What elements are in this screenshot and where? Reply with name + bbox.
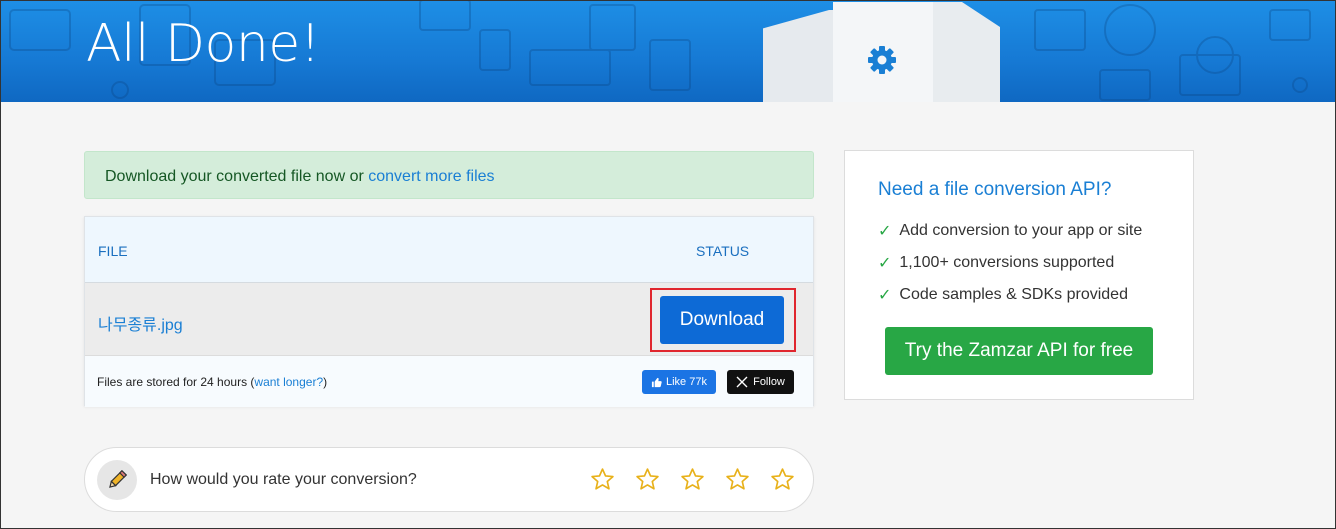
- storage-note-text: Files are stored for 24 hours (: [97, 375, 255, 389]
- facebook-like-button[interactable]: Like 77k: [642, 370, 716, 394]
- like-count-label: Like 77k: [666, 376, 707, 388]
- header-banner: All Done!: [0, 0, 1336, 102]
- follow-label: Follow: [753, 376, 785, 388]
- star-icon[interactable]: [635, 467, 660, 492]
- feature-label: Add conversion to your app or site: [899, 222, 1143, 239]
- storage-note: Files are stored for 24 hours (want long…: [97, 375, 327, 389]
- alert-text: Download your converted file now or: [105, 168, 369, 185]
- want-longer-link[interactable]: want longer?: [254, 375, 323, 389]
- page-title: All Done!: [86, 14, 321, 74]
- star-icon[interactable]: [725, 467, 750, 492]
- check-icon: ✓: [878, 255, 892, 272]
- x-follow-button[interactable]: Follow: [727, 370, 794, 394]
- check-icon: ✓: [878, 223, 892, 240]
- rating-bar: How would you rate your conversion?: [84, 447, 814, 512]
- storage-note-close: ): [323, 375, 328, 389]
- list-item: ✓ 1,100+ conversions supported: [878, 247, 1142, 279]
- star-icon[interactable]: [590, 467, 615, 492]
- column-header-status: STATUS: [696, 243, 750, 259]
- feature-label: Code samples & SDKs provided: [899, 286, 1128, 303]
- rating-question: How would you rate your conversion?: [150, 471, 417, 488]
- file-table: FILE STATUS 나무종류.jpg Download Files are …: [84, 216, 814, 407]
- api-promo-card: Need a file conversion API? ✓ Add convers…: [844, 150, 1194, 400]
- feature-label: 1,100+ conversions supported: [899, 254, 1115, 271]
- check-icon: ✓: [878, 287, 892, 304]
- api-title: Need a file conversion API?: [878, 179, 1112, 200]
- convert-more-files-link[interactable]: convert more files: [368, 168, 494, 185]
- list-item: ✓ Add conversion to your app or site: [878, 215, 1142, 247]
- download-button[interactable]: Download: [660, 296, 784, 344]
- try-api-button[interactable]: Try the Zamzar API for free: [885, 327, 1153, 375]
- like-icon: [651, 377, 662, 387]
- success-alert: Download your converted file now or conv…: [84, 151, 814, 199]
- x-logo-icon: [736, 376, 748, 388]
- list-item: ✓ Code samples & SDKs provided: [878, 279, 1142, 311]
- column-header-file: FILE: [98, 243, 128, 259]
- star-icon[interactable]: [770, 467, 795, 492]
- file-name-link[interactable]: 나무종류.jpg: [98, 311, 183, 335]
- pencil-icon: [109, 469, 128, 488]
- table-header: FILE STATUS: [85, 217, 813, 283]
- api-feature-list: ✓ Add conversion to your app or site ✓ 1,1…: [878, 215, 1142, 311]
- table-row: 나무종류.jpg Download: [85, 283, 813, 356]
- pencil-icon-wrap: [97, 460, 137, 500]
- star-icon[interactable]: [680, 467, 705, 492]
- star-rating: [590, 467, 795, 492]
- table-footer: Files are stored for 24 hours (want long…: [85, 356, 813, 407]
- gear-icon: [868, 46, 896, 74]
